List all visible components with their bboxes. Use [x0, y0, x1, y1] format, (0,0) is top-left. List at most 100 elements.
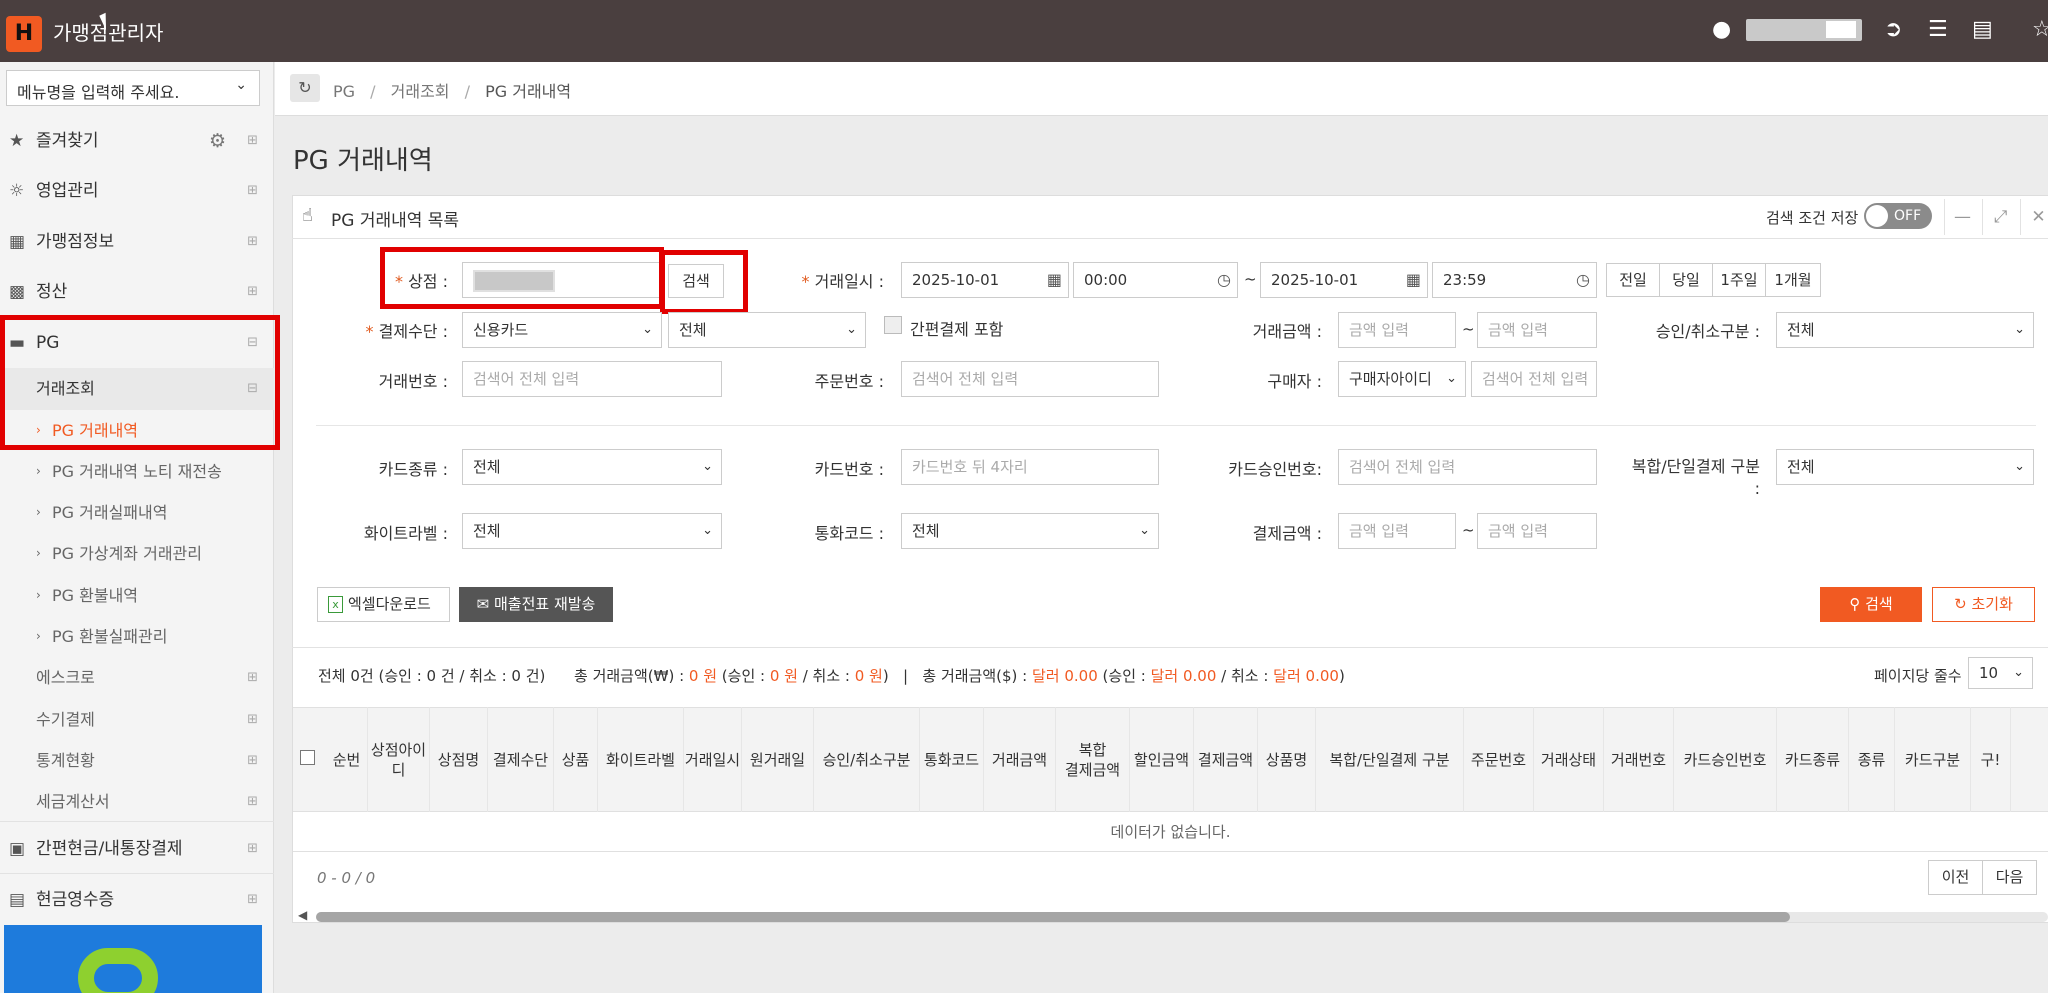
expand-icon[interactable]: ⊞: [247, 699, 258, 740]
sidebar-item-failed[interactable]: › PG 거래실패내역: [0, 492, 274, 533]
order-no-input[interactable]: 검색어 전체 입력: [901, 361, 1159, 397]
sidebar-item-escrow[interactable]: 에스크로 ⊞: [0, 657, 274, 698]
building-icon: ▦: [9, 232, 26, 252]
amount-max-input[interactable]: 금액 입력: [1477, 312, 1597, 348]
card-type-select[interactable]: 전체 ⌄: [462, 449, 722, 485]
sidebar-item-store-info[interactable]: ▦ 가맹점정보 ⊞: [0, 217, 274, 267]
next-page-button[interactable]: 다음: [1982, 860, 2037, 895]
sidebar-item-noti-resend[interactable]: › PG 거래내역 노티 재전송: [0, 451, 274, 492]
sidebar-item-refund-failures[interactable]: › PG 환불실패관리: [0, 616, 274, 657]
excel-download-button[interactable]: x 엑셀다운로드: [317, 587, 450, 622]
save-conditions-toggle[interactable]: OFF: [1864, 203, 1932, 229]
prev-page-button[interactable]: 이전: [1928, 860, 1983, 895]
column-header: 거래금액: [984, 707, 1056, 812]
pay-amount-min-input[interactable]: 금액 입력: [1338, 513, 1456, 549]
gear-icon[interactable]: ⚙: [209, 116, 226, 166]
quick-today-button[interactable]: 당일: [1659, 263, 1713, 297]
pay-amount-max-input[interactable]: 금액 입력: [1477, 513, 1597, 549]
scroll-left-icon[interactable]: ◀: [298, 908, 307, 922]
breadcrumb: PG / 거래조회 / PG 거래내역: [333, 82, 572, 101]
simple-pay-checkbox[interactable]: [884, 316, 902, 334]
column-header: 원거래일: [742, 707, 814, 812]
menu-search-select[interactable]: 메뉴명을 입력해 주세요. ⌄: [6, 70, 260, 106]
time-from-input[interactable]: 00:00 ◷: [1073, 262, 1238, 298]
card-no-input[interactable]: 카드번호 뒤 4자리: [901, 449, 1159, 485]
card-auth-input[interactable]: 검색어 전체 입력: [1338, 449, 1597, 485]
sidebar-item-tax-invoice[interactable]: 세금계산서 ⊞: [0, 781, 274, 822]
expand-icon[interactable]: ⊞: [247, 217, 258, 267]
quick-month-button[interactable]: 1개월: [1765, 263, 1821, 297]
chevron-down-icon: ⌄: [1139, 523, 1150, 538]
approval-type-select[interactable]: 전체 ⌄: [1776, 312, 2034, 348]
clock-icon[interactable]: ◷: [1576, 263, 1590, 297]
calendar-icon[interactable]: ▦: [1406, 263, 1421, 297]
search-button[interactable]: ⚲ 검색: [1820, 587, 1922, 622]
refresh-icon[interactable]: ↻: [290, 74, 320, 102]
pay-method-select[interactable]: 신용카드 ⌄: [462, 312, 662, 348]
chevron-down-icon: ⌄: [2013, 665, 2024, 680]
sidebar-item-refunds[interactable]: › PG 환불내역: [0, 575, 274, 616]
logout-icon[interactable]: ➲: [1884, 18, 1902, 42]
expand-icon[interactable]: ⊞: [247, 166, 258, 216]
menu-icon[interactable]: ☰: [1928, 18, 1948, 42]
quick-week-button[interactable]: 1주일: [1712, 263, 1766, 297]
whitelabel-select[interactable]: 전체 ⌄: [462, 513, 722, 549]
chevron-down-icon: ⌄: [1446, 371, 1457, 386]
book-icon[interactable]: ▤: [1972, 18, 1993, 42]
column-header: 복합 결제금액: [1056, 707, 1130, 812]
breadcrumb-item[interactable]: PG: [333, 82, 355, 101]
reset-button[interactable]: ↻ 초기화: [1932, 587, 2035, 622]
currency-select[interactable]: 전체 ⌄: [901, 513, 1159, 549]
column-header: 상점아이디: [368, 707, 430, 812]
star-icon: ★: [9, 131, 25, 151]
pay-method-label: * 결제수단 :: [365, 322, 448, 341]
buyer-type-select[interactable]: 구매자아이디 ⌄: [1338, 361, 1466, 397]
pay-method-sub-select[interactable]: 전체 ⌄: [668, 312, 866, 348]
expand-icon[interactable]: ⊞: [247, 781, 258, 822]
resend-receipt-button[interactable]: ✉ 매출전표 재발송: [459, 587, 613, 622]
quick-yesterday-button[interactable]: 전일: [1606, 263, 1660, 297]
column-header: 복합/단일결제 구분: [1316, 707, 1464, 812]
date-from-input[interactable]: 2025-10-01 ▦: [901, 262, 1069, 298]
date-to-input[interactable]: 2025-10-01 ▦: [1260, 262, 1428, 298]
sidebar-item-favorites[interactable]: ★ 즐겨찾기 ⚙ ⊞: [0, 116, 274, 166]
fullscreen-icon[interactable]: ⤢: [1982, 199, 2018, 235]
expand-icon[interactable]: ⊞: [247, 740, 258, 781]
sidebar-item-settlement[interactable]: ▩ 정산 ⊞: [0, 267, 274, 317]
breadcrumb-item[interactable]: 거래조회: [391, 82, 450, 101]
amount-min-input[interactable]: 금액 입력: [1338, 312, 1456, 348]
chevron-down-icon: ⌄: [2014, 459, 2025, 474]
sidebar-item-simple-cash[interactable]: ▣ 간편현금/내통장결제 ⊞: [0, 824, 274, 874]
sidebar-item-manual-payment[interactable]: 수기결제 ⊞: [0, 699, 274, 740]
handshake-icon: ☼: [9, 181, 25, 201]
combo-pay-select[interactable]: 전체 ⌄: [1776, 449, 2034, 485]
expand-icon[interactable]: ⊞: [247, 875, 258, 925]
expand-icon[interactable]: ⊞: [247, 116, 258, 166]
sidebar-item-virtual-account[interactable]: › PG 가상계좌 거래관리: [0, 533, 274, 574]
horizontal-scrollbar-thumb[interactable]: [316, 912, 1790, 922]
chevron-right-icon: ›: [36, 464, 41, 478]
time-to-input[interactable]: 23:59 ◷: [1432, 262, 1597, 298]
clock-icon[interactable]: ◷: [1217, 263, 1231, 297]
sidebar-item-statistics[interactable]: 통계현황 ⊞: [0, 740, 274, 781]
sidebar-item-label: 간편현금/내통장결제: [36, 839, 183, 859]
receipt-icon: ▤: [9, 890, 26, 910]
expand-icon[interactable]: ⊞: [247, 824, 258, 874]
column-header: 상점명: [430, 707, 488, 812]
calendar-icon[interactable]: ▦: [1047, 263, 1062, 297]
close-icon[interactable]: ✕: [2020, 199, 2048, 235]
minimize-icon[interactable]: —: [1944, 199, 1980, 235]
expand-icon[interactable]: ⊞: [247, 267, 258, 317]
star-icon[interactable]: ☆: [2032, 18, 2048, 42]
expand-icon[interactable]: ⊞: [247, 657, 258, 698]
user-icon[interactable]: ●: [1712, 18, 1731, 42]
select-all-checkbox[interactable]: [300, 750, 315, 765]
logo[interactable]: H: [6, 16, 42, 52]
empty-table-message: 데이터가 없습니다.: [293, 812, 2048, 852]
sidebar-item-cash-receipt[interactable]: ▤ 현금영수증 ⊞: [0, 875, 274, 925]
sidebar-item-sales[interactable]: ☼ 영업관리 ⊞: [0, 166, 274, 216]
per-page-select[interactable]: 10 ⌄: [1968, 657, 2033, 689]
toggle-knob: [1866, 205, 1888, 227]
buyer-input[interactable]: 검색어 전체 입력: [1471, 361, 1597, 397]
txn-no-input[interactable]: 검색어 전체 입력: [462, 361, 722, 397]
